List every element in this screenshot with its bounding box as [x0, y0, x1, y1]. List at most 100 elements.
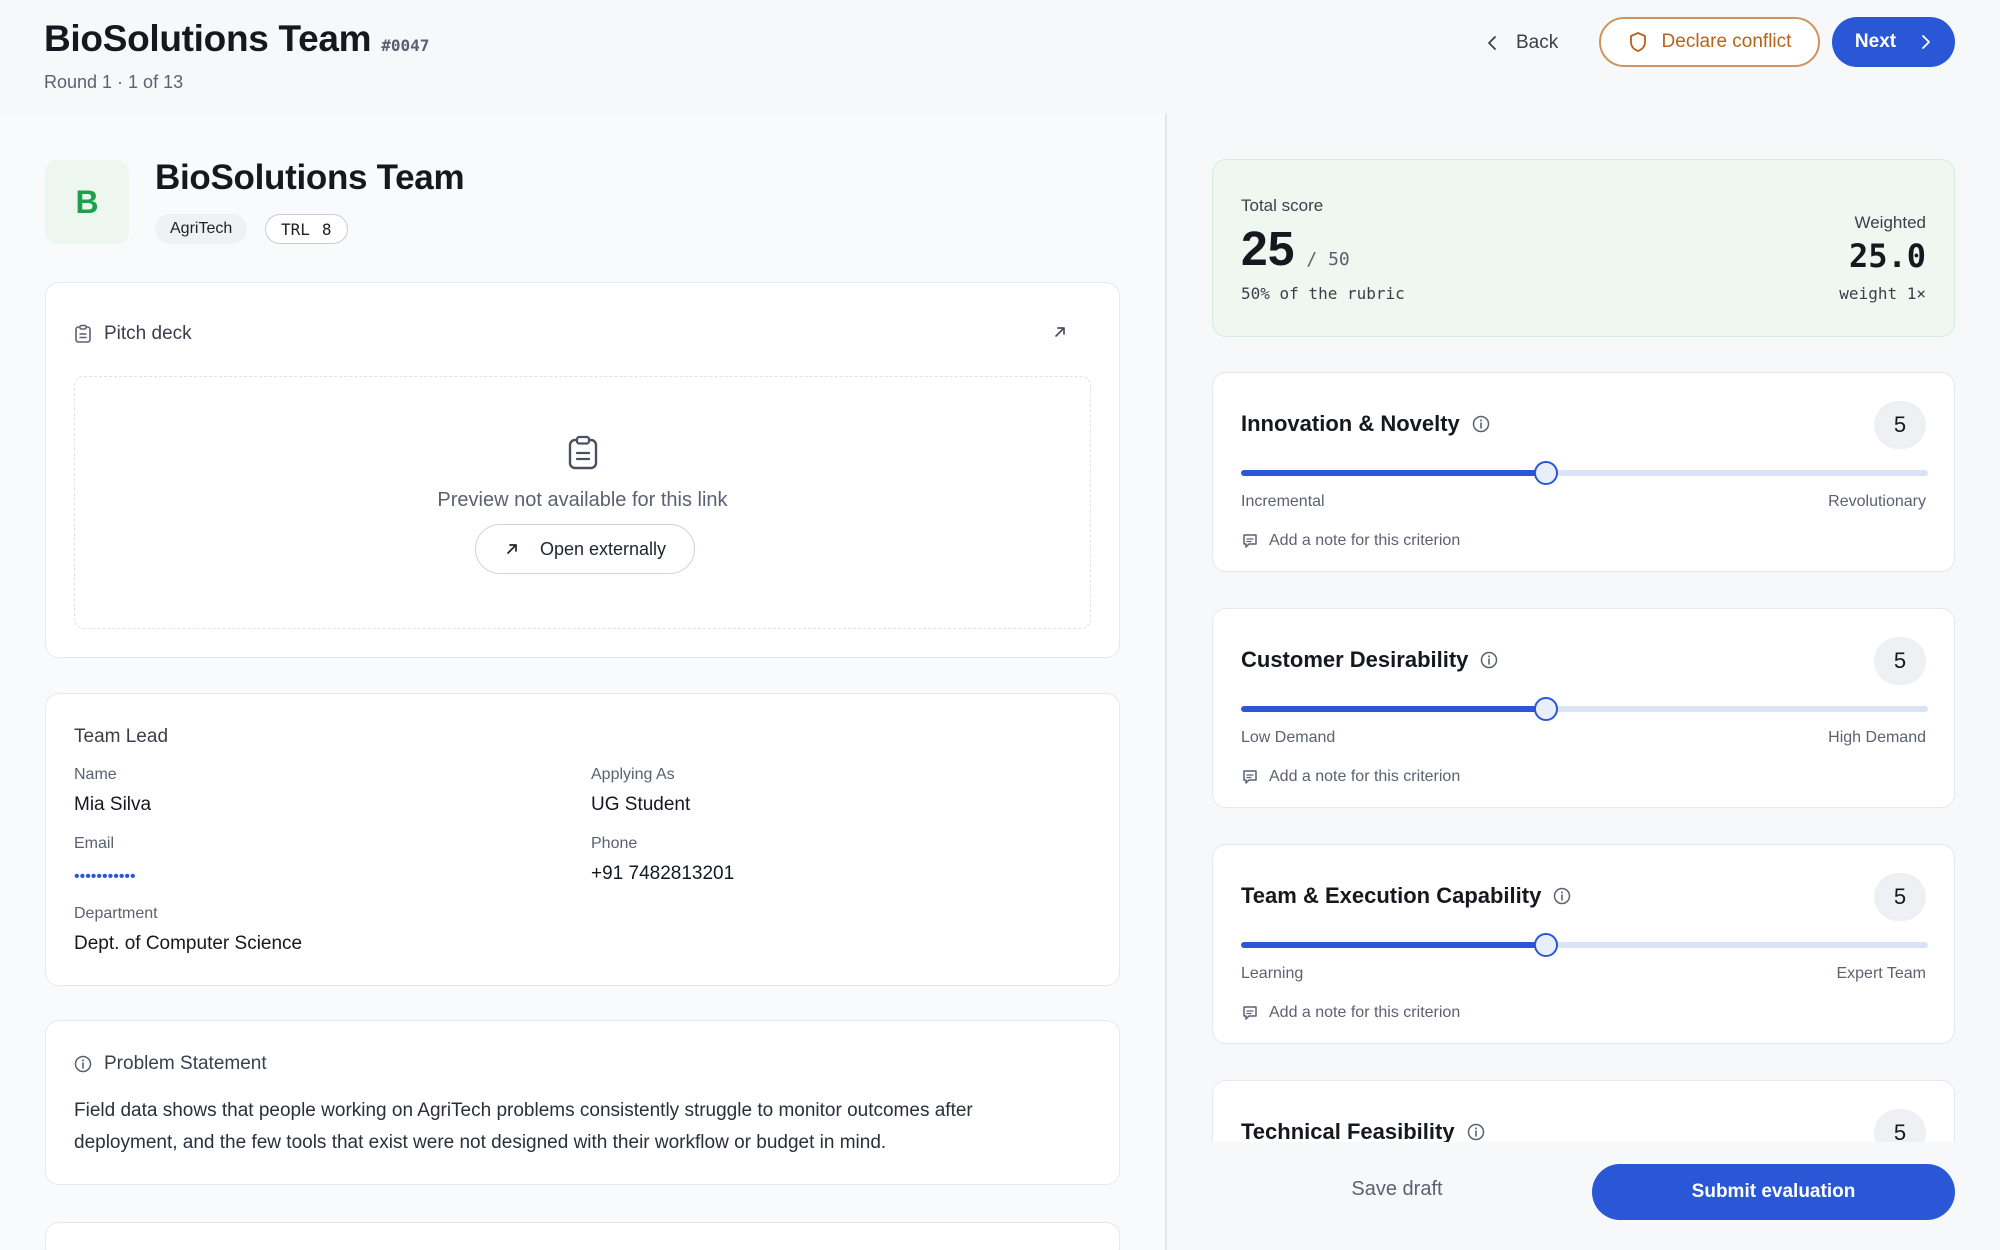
slider-fill [1241, 470, 1547, 476]
lead-name: Mia Silva [74, 794, 152, 815]
criterion-card: Innovation & Novelty 5 Incremental Revol… [1212, 372, 1955, 572]
info-icon[interactable] [1472, 415, 1490, 433]
trl-tag: TRL 8 [265, 214, 348, 244]
team-avatar: B [45, 160, 129, 244]
criterion-title-row: Customer Desirability [1241, 647, 1498, 673]
trl-value: 8 [321, 219, 332, 239]
add-note-label: Add a note for this criterion [1269, 768, 1461, 785]
applying-as-value: UG Student [591, 794, 691, 815]
criterion-score-badge: 5 [1874, 637, 1926, 685]
weighted-value: 25.0 [1848, 237, 1926, 275]
info-icon[interactable] [1467, 1123, 1485, 1141]
total-score-number: 25 [1241, 223, 1295, 276]
applying-as-label: Applying As [591, 766, 675, 783]
open-externally-label: Open externally [539, 538, 667, 559]
declare-conflict-label: Declare conflict [1661, 31, 1792, 52]
slider-min-label: Learning [1241, 965, 1304, 982]
total-score-card: Total score 25 / 50 50% of the rubric We… [1212, 159, 1955, 337]
chevron-left-icon [1488, 36, 1496, 50]
slider-fill [1241, 942, 1547, 948]
criterion-slider[interactable] [1241, 461, 1928, 485]
criterion-score-badge: 5 [1874, 401, 1926, 449]
pitch-deck-card: Pitch deck Preview not available for thi… [45, 282, 1120, 658]
submit-evaluation-button[interactable]: Submit evaluation [1592, 1164, 1955, 1220]
department-label: Department [74, 905, 158, 922]
rubric-percentage: 50% of the rubric [1241, 284, 1405, 303]
phone-value: +91 7482813201 [591, 863, 735, 884]
page-title: BioSolutions Team [44, 18, 372, 59]
slider-thumb[interactable] [1534, 933, 1559, 957]
criterion-card: Team & Execution Capability 5 Learning E… [1212, 844, 1955, 1044]
total-score-label: Total score [1241, 196, 1324, 215]
page-header: BioSolutions Team #0047 Round 1 · 1 of 1… [0, 0, 2000, 114]
pitch-deck-header: Pitch deck [74, 323, 192, 345]
team-name: BioSolutions Team [155, 158, 465, 197]
criterion-score-badge: 5 [1874, 873, 1926, 921]
criterion-title: Customer Desirability [1241, 647, 1469, 672]
pitch-deck-title: Pitch deck [104, 323, 192, 344]
criterion-slider[interactable] [1241, 933, 1928, 957]
round-progress: Round 1 · 1 of 13 [44, 72, 184, 92]
slider-max-label: High Demand [1828, 729, 1926, 746]
save-draft-button[interactable]: Save draft [1327, 1164, 1467, 1214]
shield-icon [1629, 32, 1646, 52]
problem-statement-text: Field data shows that people working on … [74, 1100, 973, 1153]
add-note-label: Add a note for this criterion [1269, 532, 1461, 549]
comment-icon [1243, 1006, 1257, 1020]
slider-max-label: Revolutionary [1828, 493, 1926, 510]
weight-multiplier: weight 1× [1839, 284, 1926, 303]
criterion-title-row: Innovation & Novelty [1241, 411, 1490, 437]
team-id: #0047 [381, 36, 430, 55]
name-label: Name [74, 766, 117, 783]
problem-statement-card: Problem Statement Field data shows that … [45, 1020, 1120, 1185]
slider-min-label: Incremental [1241, 493, 1325, 510]
add-note-link[interactable]: Add a note for this criterion [1241, 1004, 1460, 1022]
criterion-title-row: Team & Execution Capability [1241, 883, 1571, 909]
back-label: Back [1516, 32, 1559, 53]
info-icon[interactable] [1480, 651, 1498, 669]
clipboard-icon [75, 324, 91, 343]
next-section-card [45, 1222, 1120, 1250]
problem-statement-title: Problem Statement [104, 1053, 267, 1074]
arrow-up-right-icon [507, 544, 517, 554]
trl-label: TRL [281, 219, 310, 239]
back-button[interactable]: Back [1470, 18, 1574, 68]
sector-tag: AgriTech [155, 214, 248, 244]
email-masked[interactable]: ••••••••••• [74, 868, 136, 886]
preview-unavailable-text: Preview not available for this link [437, 489, 728, 511]
phone-label: Phone [591, 835, 638, 852]
total-score-value: 25 / 50 [1241, 222, 1350, 277]
open-externally-button[interactable]: Open externally [475, 524, 695, 574]
total-score-max: / 50 [1306, 249, 1350, 270]
team-lead-card: Team Lead Name Mia Silva Applying As UG … [45, 693, 1120, 986]
slider-min-label: Low Demand [1241, 729, 1336, 746]
declare-conflict-button[interactable]: Declare conflict [1599, 17, 1820, 67]
column-divider [1165, 114, 1167, 1250]
evaluation-footer: Save draft Submit evaluation [1167, 1142, 2000, 1250]
next-button[interactable]: Next [1832, 17, 1955, 67]
criterion-card: Customer Desirability 5 Low Demand High … [1212, 608, 1955, 808]
comment-icon [1243, 770, 1257, 784]
criterion-title: Team & Execution Capability [1241, 883, 1542, 908]
criterion-title: Innovation & Novelty [1241, 411, 1460, 436]
title-row: BioSolutions Team #0047 [44, 18, 429, 60]
department-value: Dept. of Computer Science [74, 933, 303, 954]
next-label: Next [1854, 31, 1897, 52]
info-icon [74, 1055, 92, 1073]
email-label: Email [74, 835, 115, 852]
slider-thumb[interactable] [1534, 461, 1559, 485]
team-lead-title: Team Lead [74, 726, 169, 747]
external-link-icon[interactable] [1051, 323, 1069, 346]
info-icon[interactable] [1553, 887, 1571, 905]
add-note-label: Add a note for this criterion [1269, 1004, 1461, 1021]
criterion-slider[interactable] [1241, 697, 1928, 721]
weighted-label: Weighted [1854, 213, 1926, 232]
slider-thumb[interactable] [1534, 697, 1559, 721]
problem-statement-header: Problem Statement [74, 1053, 267, 1075]
clipboard-icon [568, 435, 598, 470]
add-note-link[interactable]: Add a note for this criterion [1241, 532, 1460, 550]
slider-max-label: Expert Team [1836, 965, 1926, 982]
preview-placeholder: Preview not available for this link Open… [74, 376, 1091, 629]
chevron-right-icon [1922, 35, 1930, 49]
add-note-link[interactable]: Add a note for this criterion [1241, 768, 1460, 786]
